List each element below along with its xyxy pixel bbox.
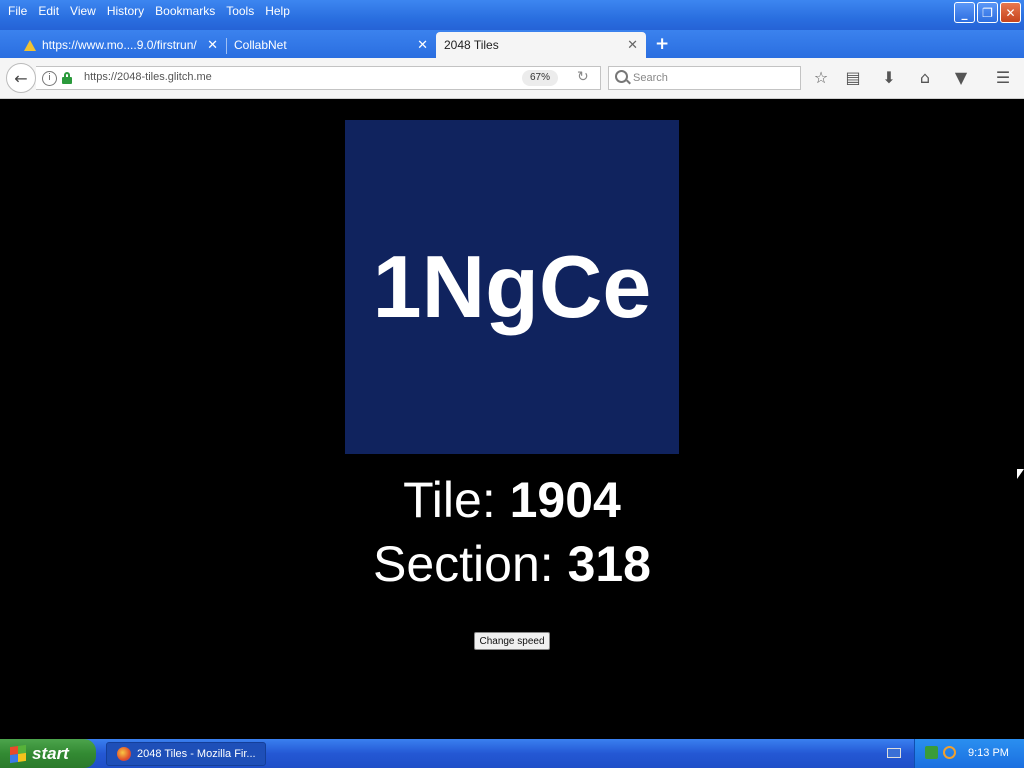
navigation-toolbar: ← i https://2048-tiles.glitch.me 67% ↻ S… — [0, 58, 1024, 99]
menu-tools[interactable]: Tools — [222, 3, 261, 19]
home-icon[interactable]: ⌂ — [915, 68, 935, 88]
keyboard-icon[interactable] — [887, 748, 901, 758]
url-text[interactable]: https://2048-tiles.glitch.me — [84, 71, 212, 83]
restore-button[interactable]: ❐ — [977, 2, 998, 23]
hamburger-menu-icon[interactable]: ☰ — [993, 68, 1013, 88]
tile-line: Tile: 1904 — [0, 471, 1024, 529]
tab-close-icon[interactable]: ✕ — [417, 38, 428, 53]
arrow-left-icon: ← — [14, 68, 28, 88]
search-icon — [615, 70, 628, 83]
reload-icon[interactable]: ↻ — [577, 69, 589, 85]
close-window-button[interactable]: ✕ — [1000, 2, 1021, 23]
tab-label: 2048 Tiles — [444, 38, 499, 52]
tab-label: https://www.mo....9.0/firstrun/ — [42, 38, 197, 52]
window-controls: _ ❐ ✕ — [954, 2, 1021, 23]
menu-help[interactable]: Help — [261, 3, 297, 19]
section-label: Section: — [373, 536, 568, 592]
mouse-pointer-icon — [1017, 469, 1024, 479]
section-number: 318 — [567, 536, 651, 592]
change-speed-button[interactable]: Change speed — [474, 632, 550, 650]
section-line: Section: 318 — [0, 535, 1024, 593]
tile-square: 1NgCe — [345, 120, 679, 454]
menu-bookmarks[interactable]: Bookmarks — [151, 3, 222, 19]
start-button[interactable]: start — [0, 739, 96, 768]
warning-icon — [24, 39, 36, 51]
clock: 9:13 PM — [968, 747, 1009, 759]
tile-number: 1904 — [509, 472, 621, 528]
tab-firstrun[interactable]: https://www.mo....9.0/firstrun/ ✕ — [16, 32, 226, 58]
tab-close-icon[interactable]: ✕ — [627, 38, 638, 53]
menu-edit[interactable]: Edit — [34, 3, 66, 19]
menu-view[interactable]: View — [66, 3, 103, 19]
system-tray: 9:13 PM — [914, 739, 1024, 768]
menu-history[interactable]: History — [103, 3, 151, 19]
zoom-level[interactable]: 67% — [522, 70, 558, 86]
tab-collabnet[interactable]: CollabNet ✕ — [226, 32, 436, 58]
firefox-icon — [117, 747, 131, 761]
menu-file[interactable]: File — [4, 3, 34, 19]
page-content: 1NgCe Tile: 1904 Section: 318 Change spe… — [0, 99, 1024, 739]
windows-logo-icon — [10, 744, 26, 763]
tile-text: 1NgCe — [372, 237, 652, 336]
url-bar[interactable]: i https://2048-tiles.glitch.me 67% ↻ — [36, 66, 601, 90]
task-label: 2048 Tiles - Mozilla Fir... — [137, 748, 256, 760]
pocket-icon[interactable]: ▼ — [951, 68, 971, 88]
bookmark-star-icon[interactable]: ☆ — [811, 68, 831, 88]
menu-bar: File Edit View History Bookmarks Tools H… — [4, 3, 297, 19]
info-icon[interactable]: i — [42, 71, 57, 86]
search-tray-icon[interactable] — [943, 746, 956, 759]
back-button[interactable]: ← — [6, 63, 36, 93]
reading-list-icon[interactable]: ▤ — [843, 68, 863, 88]
network-icon[interactable] — [925, 746, 938, 759]
lock-icon[interactable] — [62, 72, 72, 84]
taskbar: start 2048 Tiles - Mozilla Fir... 9:13 P… — [0, 739, 1024, 768]
start-label: start — [32, 743, 69, 763]
search-placeholder: Search — [633, 72, 668, 84]
tab-strip: https://www.mo....9.0/firstrun/ ✕ Collab… — [0, 30, 1024, 58]
tab-close-icon[interactable]: ✕ — [207, 38, 218, 53]
title-bar: File Edit View History Bookmarks Tools H… — [0, 0, 1024, 30]
search-input[interactable]: Search — [608, 66, 801, 90]
tab-2048-tiles[interactable]: 2048 Tiles ✕ — [436, 32, 646, 58]
download-icon[interactable]: ⬇ — [879, 68, 899, 88]
taskbar-firefox-window[interactable]: 2048 Tiles - Mozilla Fir... — [106, 742, 266, 766]
new-tab-button[interactable]: + — [655, 34, 669, 54]
tab-label: CollabNet — [234, 38, 287, 52]
minimize-button[interactable]: _ — [954, 2, 975, 23]
tile-label: Tile: — [403, 472, 510, 528]
